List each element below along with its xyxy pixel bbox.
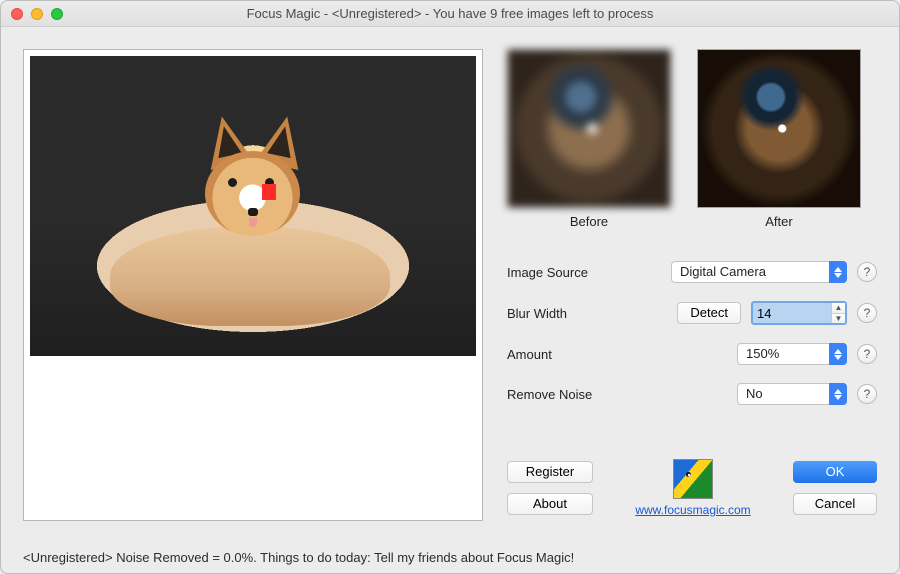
window-title: Focus Magic - <Unregistered> - You have …: [1, 6, 899, 21]
blur-width-label: Blur Width: [507, 306, 637, 321]
blur-width-input[interactable]: [753, 303, 831, 323]
blur-width-stepper[interactable]: ▲▼: [751, 301, 847, 325]
amount-select[interactable]: 150%: [737, 343, 847, 365]
minimize-icon[interactable]: [31, 8, 43, 20]
image-source-help-button[interactable]: ?: [857, 262, 877, 282]
amount-help-button[interactable]: ?: [857, 344, 877, 364]
fox-illustration: [110, 116, 390, 336]
stepper-arrows-icon[interactable]: ▲▼: [831, 303, 845, 323]
titlebar: Focus Magic - <Unregistered> - You have …: [1, 1, 899, 27]
blur-width-help-button[interactable]: ?: [857, 303, 877, 323]
before-preview[interactable]: [507, 49, 671, 208]
focusmagic-logo-icon: [673, 459, 713, 499]
register-button[interactable]: Register: [507, 461, 593, 483]
remove-noise-select[interactable]: No: [737, 383, 847, 405]
status-bar: <Unregistered> Noise Removed = 0.0%. Thi…: [23, 550, 877, 565]
image-preview-pane[interactable]: [23, 49, 483, 521]
after-preview[interactable]: [697, 49, 861, 208]
close-icon[interactable]: [11, 8, 23, 20]
image-source-select[interactable]: Digital Camera: [671, 261, 847, 283]
image-source-label: Image Source: [507, 265, 637, 280]
focusmagic-link[interactable]: www.focusmagic.com: [635, 503, 750, 517]
about-button[interactable]: About: [507, 493, 593, 515]
focus-magic-window: Focus Magic - <Unregistered> - You have …: [0, 0, 900, 574]
remove-noise-help-button[interactable]: ?: [857, 384, 877, 404]
main-image[interactable]: [30, 56, 476, 356]
cancel-button[interactable]: Cancel: [793, 493, 877, 515]
amount-label: Amount: [507, 347, 637, 362]
detect-button[interactable]: Detect: [677, 302, 741, 324]
remove-noise-label: Remove Noise: [507, 387, 637, 402]
window-controls: [1, 8, 63, 20]
zoom-icon[interactable]: [51, 8, 63, 20]
before-label: Before: [570, 214, 608, 229]
ok-button[interactable]: OK: [793, 461, 877, 483]
after-label: After: [765, 214, 792, 229]
